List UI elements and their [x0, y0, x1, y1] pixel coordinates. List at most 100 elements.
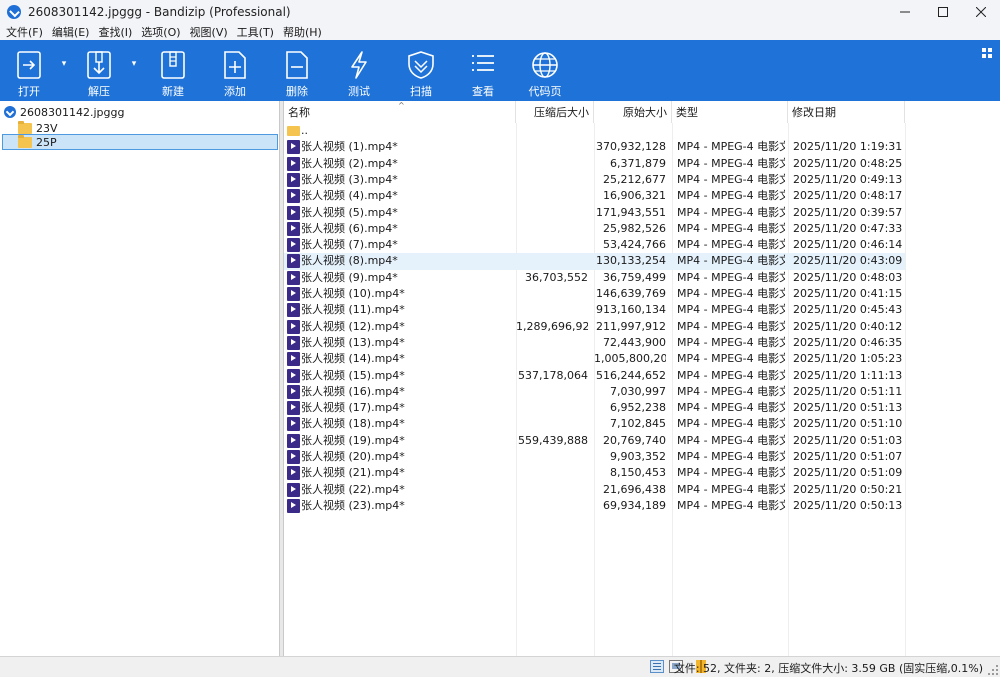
- file-row[interactable]: 张人视频 (16).mp4* 7,030,997 MP4 - MPEG-4 电影文.…: [284, 384, 905, 400]
- file-original-size: 211,997,912: [596, 319, 666, 333]
- file-row[interactable]: 张人视频 (10).mp4* 146,639,769 MP4 - MPEG-4 电影…: [284, 286, 905, 302]
- file-row[interactable]: 张人视频 (8).mp4* 130,133,254 MP4 - MPEG-4 电影文…: [284, 253, 905, 270]
- file-original-size: 9,903,352: [610, 450, 666, 463]
- column-header-original[interactable]: 原始大小: [594, 101, 672, 123]
- file-row[interactable]: 张人视频 (13).mp4* 72,443,900 MP4 - MPEG-4 电影文…: [284, 335, 905, 351]
- add-file-icon: [224, 51, 246, 79]
- file-modified-date: 2025/11/20 0:49:13: [793, 172, 903, 186]
- new-archive-button[interactable]: 新建: [148, 40, 198, 101]
- file-type: MP4 - MPEG-4 电影文...: [677, 254, 785, 268]
- new-archive-label: 新建: [162, 85, 184, 98]
- menu-help[interactable]: 帮助(H): [283, 24, 322, 40]
- video-file-icon: [287, 450, 300, 464]
- file-row[interactable]: 张人视频 (21).mp4* 8,150,453 MP4 - MPEG-4 电影文.…: [284, 465, 905, 481]
- status-bar: 文件: 52, 文件夹: 2, 压缩文件大小: 3.59 GB (固实压缩,0.…: [0, 656, 1000, 677]
- view-button[interactable]: 查看: [458, 40, 508, 101]
- file-modified-date: 2025/11/20 0:46:35: [793, 335, 903, 349]
- menu-tools[interactable]: 工具(T): [237, 24, 274, 40]
- add-label: 添加: [224, 85, 246, 98]
- file-row[interactable]: 张人视频 (19).mp4* 559,439,888 20,769,740 MP4 -…: [284, 433, 905, 449]
- add-button[interactable]: 添加: [210, 40, 260, 101]
- scan-label: 扫描: [410, 85, 432, 98]
- file-modified-date: 2025/11/20 0:48:03: [793, 270, 903, 284]
- file-row[interactable]: 张人视频 (18).mp4* 7,102,845 MP4 - MPEG-4 电影文.…: [284, 416, 905, 432]
- open-icon: [17, 51, 41, 79]
- file-modified-date: 2025/11/20 0:43:09: [793, 254, 903, 268]
- column-header-type[interactable]: 类型: [672, 101, 788, 123]
- file-type: MP4 - MPEG-4 电影文...: [677, 498, 785, 512]
- file-modified-date: 2025/11/20 0:51:03: [793, 433, 903, 447]
- file-packed-size: [516, 351, 588, 367]
- column-original-label: 原始大小: [623, 106, 667, 119]
- file-modified-date: 2025/11/20 0:45:43: [793, 303, 903, 317]
- toolbar: 打开 ▾ 解压 ▾ 新建 添加 删除 测试 扫描 查看 代码页: [0, 40, 1000, 101]
- menu-file[interactable]: 文件(F): [6, 24, 43, 40]
- close-button[interactable]: [962, 0, 1000, 24]
- file-original-size: 8,150,453: [610, 466, 666, 480]
- file-row[interactable]: 张人视频 (14).mp4* 1,005,800,202 MP4 - MPEG-4 …: [284, 351, 905, 367]
- scan-button[interactable]: 扫描: [396, 40, 446, 101]
- file-name: 张人视频 (17).mp4*: [301, 401, 405, 415]
- file-name: 张人视频 (22).mp4*: [301, 482, 405, 496]
- file-modified-date: 2025/11/20 0:48:17: [793, 189, 903, 203]
- file-row[interactable]: 张人视频 (6).mp4* 25,982,526 MP4 - MPEG-4 电影文.…: [284, 221, 905, 237]
- test-button[interactable]: 测试: [334, 40, 384, 101]
- file-row[interactable]: 张人视频 (9).mp4* 36,703,552 36,759,499 MP4 - M…: [284, 270, 905, 286]
- file-row[interactable]: 张人视频 (3).mp4* 25,212,677 MP4 - MPEG-4 电影文.…: [284, 172, 905, 188]
- tree-folder-25p[interactable]: 25P: [2, 134, 278, 150]
- video-file-icon: [287, 335, 300, 350]
- menu-edit[interactable]: 编辑(E): [52, 24, 90, 40]
- video-file-icon: [287, 172, 300, 187]
- file-row[interactable]: 张人视频 (7).mp4* 53,424,766 MP4 - MPEG-4 电影文.…: [284, 237, 905, 253]
- file-row[interactable]: 张人视频 (20).mp4* 9,903,352 MP4 - MPEG-4 电影文.…: [284, 449, 905, 465]
- file-row[interactable]: 张人视频 (23).mp4* 69,934,189 MP4 - MPEG-4 电影文…: [284, 498, 905, 514]
- extract-dropdown-arrow[interactable]: ▾: [129, 59, 139, 69]
- maximize-button[interactable]: [924, 0, 962, 24]
- menu-bar: 文件(F) 编辑(E) 查找(I) 选项(O) 视图(V) 工具(T) 帮助(H…: [0, 24, 1000, 40]
- file-name: 张人视频 (21).mp4*: [301, 466, 405, 480]
- file-name: 张人视频 (5).mp4*: [301, 205, 398, 219]
- file-row[interactable]: 张人视频 (12).mp4* 1,289,696,928 211,997,912 MP…: [284, 319, 905, 335]
- file-original-size: 1,005,800,202: [594, 352, 666, 366]
- file-name: 张人视频 (4).mp4*: [301, 189, 398, 203]
- details-view-icon[interactable]: [650, 660, 664, 673]
- minimize-button[interactable]: [886, 0, 924, 24]
- column-header-packed[interactable]: 压缩后大小: [516, 101, 594, 123]
- column-header-modified[interactable]: 修改日期: [788, 101, 905, 123]
- file-row[interactable]: 张人视频 (5).mp4* 171,943,551 MP4 - MPEG-4 电影文…: [284, 205, 905, 221]
- file-type: MP4 - MPEG-4 电影文...: [677, 466, 785, 480]
- file-packed-size: [516, 172, 588, 188]
- file-row[interactable]: 张人视频 (1).mp4* 370,932,128 MP4 - MPEG-4 电影文…: [284, 139, 905, 155]
- column-name-label: 名称: [288, 106, 310, 119]
- file-packed-size: [516, 384, 588, 400]
- file-row[interactable]: 张人视频 (11).mp4* 913,160,134 MP4 - MPEG-4 电影…: [284, 302, 905, 318]
- file-row[interactable]: 张人视频 (2).mp4* 6,371,879 MP4 - MPEG-4 电影文..…: [284, 156, 905, 172]
- file-original-size: 36,759,499: [603, 270, 666, 284]
- video-file-icon: [287, 205, 300, 220]
- file-row[interactable]: 张人视频 (15).mp4* 537,178,064 516,244,652 MP4 …: [284, 368, 905, 384]
- menu-options[interactable]: 选项(O): [141, 24, 180, 40]
- file-type: MP4 - MPEG-4 电影文...: [677, 433, 785, 447]
- menu-view[interactable]: 视图(V): [190, 24, 228, 40]
- file-packed-size: [516, 253, 588, 269]
- codepage-button[interactable]: 代码页: [520, 40, 570, 101]
- column-header-name[interactable]: 名称 ^: [284, 101, 516, 123]
- file-row[interactable]: 张人视频 (4).mp4* 16,906,321 MP4 - MPEG-4 电影文.…: [284, 188, 905, 204]
- resize-grip-icon[interactable]: [988, 665, 998, 675]
- file-original-size: 516,244,652: [596, 368, 666, 382]
- video-file-icon: [287, 287, 300, 301]
- parent-folder-row[interactable]: ..: [284, 123, 905, 139]
- file-row[interactable]: 张人视频 (22).mp4* 21,696,438 MP4 - MPEG-4 电影文…: [284, 482, 905, 498]
- file-row[interactable]: 张人视频 (17).mp4* 6,952,238 MP4 - MPEG-4 电影文.…: [284, 400, 905, 416]
- tree-root[interactable]: 2608301142.jpggg: [4, 104, 264, 120]
- open-dropdown-arrow[interactable]: ▾: [59, 59, 69, 69]
- file-original-size: 6,371,879: [610, 156, 666, 170]
- layout-grid-icon[interactable]: [982, 48, 992, 58]
- file-original-size: 146,639,769: [596, 287, 666, 300]
- extract-button[interactable]: 解压: [74, 40, 124, 101]
- delete-button[interactable]: 删除: [272, 40, 322, 101]
- open-button[interactable]: 打开: [4, 40, 54, 101]
- file-name: 张人视频 (2).mp4*: [301, 156, 398, 170]
- menu-find[interactable]: 查找(I): [98, 24, 132, 40]
- video-file-icon: [287, 498, 300, 513]
